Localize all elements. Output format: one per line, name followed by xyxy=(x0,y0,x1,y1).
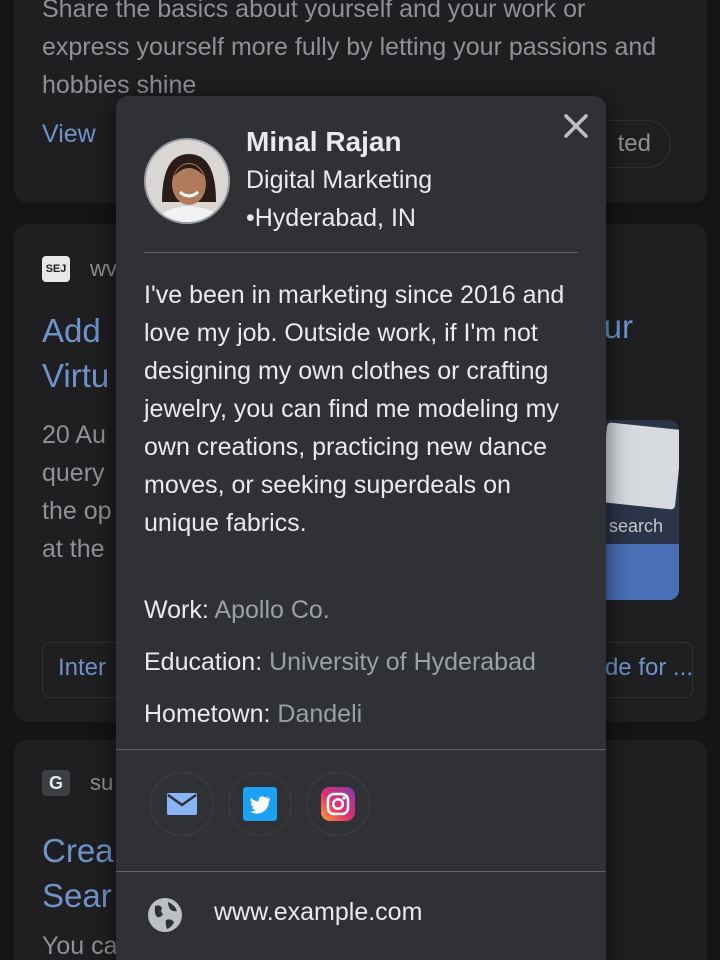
profile-location: •Hyderabad, IN xyxy=(246,204,416,232)
divider xyxy=(144,252,578,253)
related-chip-label: Inter xyxy=(58,654,107,681)
thumbnail-text: search xyxy=(608,516,663,536)
result-title-line: Crea xyxy=(42,832,114,869)
work-row: Work: Apollo Co. xyxy=(144,596,330,625)
education-label: Education: xyxy=(144,648,263,676)
sej-favicon-icon: SEJ xyxy=(42,256,70,282)
avatar-photo xyxy=(146,140,228,222)
related-chip-label: de for ... xyxy=(604,654,693,681)
result-source: wv xyxy=(90,256,117,281)
snippet-line: query xyxy=(42,459,105,487)
education-value: University of Hyderabad xyxy=(269,648,536,676)
thumbnail-paper xyxy=(599,422,679,510)
result-title[interactable]: Add Virtu xyxy=(42,308,109,398)
hometown-row: Hometown: Dandeli xyxy=(144,700,362,729)
hometown-label: Hometown: xyxy=(144,700,271,728)
snippet-line: the op xyxy=(42,497,112,525)
close-icon[interactable] xyxy=(560,110,592,142)
result-source: su xyxy=(90,770,114,795)
result-snippet: You ca xyxy=(42,932,118,960)
profile-bio: I've been in marketing since 2016 and lo… xyxy=(144,281,565,537)
result-snippet: 20 Au query the op at the xyxy=(42,416,112,568)
google-favicon-icon: G xyxy=(42,770,70,796)
snippet-line: at the xyxy=(42,535,105,563)
divider xyxy=(116,871,606,872)
avatar xyxy=(144,138,230,224)
profile-name: Minal Rajan xyxy=(246,126,402,157)
result-title-line: Virtu xyxy=(42,357,110,394)
email-icon xyxy=(167,793,197,815)
work-value: Apollo Co. xyxy=(214,596,330,624)
education-row: Education: University of Hyderabad xyxy=(144,648,536,677)
profile-card-popup: Minal Rajan Digital Marketing •Hyderabad… xyxy=(116,96,606,960)
snippet-line: 20 Au xyxy=(42,421,106,449)
twitter-icon xyxy=(243,787,277,821)
profile-role: Digital Marketing xyxy=(246,166,433,194)
result-title-line: Add xyxy=(42,312,101,349)
result-description: Share the basics about yourself and your… xyxy=(42,0,657,99)
twitter-button[interactable] xyxy=(228,772,292,836)
result-title-tail: ur xyxy=(603,308,633,345)
hometown-value: Dandeli xyxy=(277,700,363,728)
view-link[interactable]: View xyxy=(42,120,96,149)
website-link[interactable]: www.example.com xyxy=(214,898,422,927)
get-started-pill-label: ted xyxy=(617,130,651,157)
work-label: Work: xyxy=(144,596,209,624)
result-title-line: Sear xyxy=(42,877,112,914)
instagram-button[interactable] xyxy=(306,772,370,836)
divider xyxy=(116,749,606,750)
instagram-icon xyxy=(321,787,355,821)
globe-icon xyxy=(148,898,182,932)
email-button[interactable] xyxy=(150,772,214,836)
result-title[interactable]: Crea Sear xyxy=(42,828,114,918)
